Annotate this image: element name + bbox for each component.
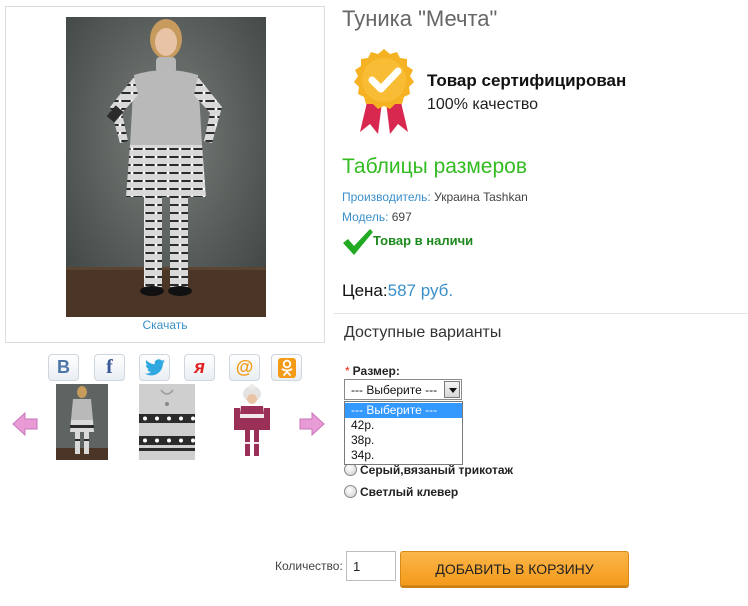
thumbnail-next-button[interactable] bbox=[299, 411, 325, 437]
download-link[interactable]: Скачать bbox=[6, 318, 324, 332]
color-option-row[interactable]: Серый,вязаный трикотаж bbox=[344, 463, 513, 477]
vkontakte-share-button[interactable]: В bbox=[48, 354, 79, 381]
variants-title: Доступные варианты bbox=[344, 324, 502, 341]
model-label: Модель: bbox=[342, 210, 389, 224]
odnoklassniki-icon bbox=[277, 357, 296, 378]
manufacturer-label: Производитель: bbox=[342, 190, 431, 204]
color-option-label: Светлый клевер bbox=[360, 485, 459, 499]
chevron-down-icon[interactable] bbox=[444, 381, 460, 398]
thumbnail-3-graphic bbox=[226, 384, 278, 460]
certified-subtitle: 100% качество bbox=[427, 96, 539, 113]
in-stock-text: Товар в наличи bbox=[373, 233, 474, 248]
manufacturer-row: Производитель: Украина Tashkan bbox=[342, 190, 528, 204]
certified-badge-icon bbox=[354, 49, 414, 134]
divider bbox=[334, 313, 748, 314]
quantity-input[interactable] bbox=[346, 551, 396, 581]
thumbnail-3[interactable] bbox=[226, 384, 278, 460]
thumbnail-1-graphic bbox=[56, 384, 108, 460]
yaru-icon: я bbox=[194, 357, 205, 377]
thumbnail-2[interactable] bbox=[139, 384, 195, 460]
size-label-text: Размер: bbox=[352, 364, 400, 378]
main-product-photo[interactable] bbox=[66, 17, 266, 317]
add-to-cart-button[interactable]: ДОБАВИТЬ В КОРЗИНУ bbox=[400, 551, 629, 586]
model-value: 697 bbox=[391, 210, 412, 224]
certified-badge bbox=[350, 48, 418, 136]
arrow-left-icon bbox=[12, 411, 38, 437]
size-option-34[interactable]: 34р. bbox=[345, 448, 462, 463]
price-value: 587 руб. bbox=[387, 281, 454, 300]
model-row: Модель: 697 bbox=[342, 210, 412, 224]
size-option-38[interactable]: 38р. bbox=[345, 433, 462, 448]
product-title: Туника "Мечта" bbox=[342, 6, 498, 31]
price-line: Цена:587 руб. bbox=[342, 281, 453, 301]
quantity-label: Количество: bbox=[275, 559, 343, 573]
color-option-label: Серый,вязаный трикотаж bbox=[360, 463, 514, 477]
size-option-placeholder[interactable]: --- Выберите --- bbox=[345, 403, 462, 418]
twitter-share-button[interactable] bbox=[139, 354, 170, 381]
size-dropdown-list: --- Выберите --- 42р. 38р. 34р. bbox=[344, 401, 463, 465]
required-mark: * bbox=[345, 364, 350, 378]
twitter-icon bbox=[144, 358, 165, 375]
size-select-value: --- Выберите --- bbox=[351, 383, 438, 397]
price-label: Цена: bbox=[342, 281, 388, 300]
size-select[interactable]: --- Выберите --- bbox=[344, 379, 462, 400]
size-option-42[interactable]: 42р. bbox=[345, 418, 462, 433]
size-table-link[interactable]: Таблицы размеров bbox=[342, 155, 527, 179]
facebook-share-button[interactable]: f bbox=[94, 354, 125, 381]
radio-button[interactable] bbox=[344, 485, 357, 498]
color-option-row[interactable]: Светлый клевер bbox=[344, 485, 458, 499]
main-product-photo-graphic bbox=[66, 17, 266, 317]
size-label: * Размер: bbox=[345, 364, 400, 378]
certified-title: Товар сертифицирован bbox=[427, 71, 627, 90]
mailru-share-button[interactable]: @ bbox=[229, 354, 260, 381]
main-image-box: Скачать bbox=[5, 6, 325, 343]
mailru-icon: @ bbox=[235, 357, 254, 377]
vkontakte-icon: В bbox=[57, 357, 70, 377]
thumbnail-prev-button[interactable] bbox=[12, 411, 38, 437]
facebook-icon: f bbox=[106, 356, 113, 378]
yaru-share-button[interactable]: я bbox=[184, 354, 215, 381]
manufacturer-value: Украина Tashkan bbox=[434, 190, 528, 204]
odnoklassniki-share-button[interactable] bbox=[271, 354, 302, 381]
thumbnail-1[interactable] bbox=[56, 384, 108, 460]
thumbnail-2-graphic bbox=[139, 384, 195, 460]
in-stock-check-icon bbox=[342, 228, 374, 256]
arrow-right-icon bbox=[299, 411, 325, 437]
